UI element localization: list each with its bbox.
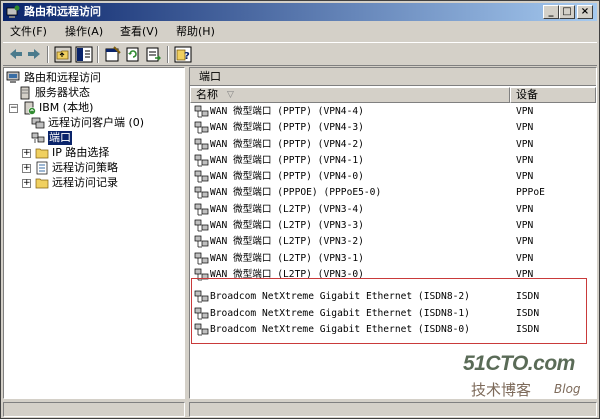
port-row[interactable]: WAN 微型端口 (PPTP) (VPN4-2) VPN: [190, 137, 596, 153]
port-row[interactable]: WAN 微型端口 (PPTP) (VPN4-1) VPN: [190, 153, 596, 169]
menu-action[interactable]: 操作(A): [65, 25, 103, 39]
port-icon: [194, 154, 210, 168]
mmc-window: 路由和远程访问 _ □ × 文件(F) 操作(A) 查看(V) 帮助(H) ? …: [0, 0, 600, 419]
port-device: VPN: [516, 252, 534, 264]
export-list-icon[interactable]: [144, 46, 162, 63]
tree-server-status-label: 服务器状态: [35, 86, 90, 99]
port-icon: [194, 105, 210, 119]
column-header-device[interactable]: 设备: [510, 87, 596, 103]
isdn-highlight-box: [191, 278, 587, 344]
console-tree: 路由和远程访问 服务器状态 − IBM (本地) 远程访问客户端 (0) 端口 …: [3, 67, 185, 399]
toolbar: ?: [3, 42, 597, 66]
column-header-device-label: 设备: [516, 88, 538, 101]
back-arrow-icon[interactable]: [7, 46, 25, 63]
port-name: WAN 微型端口 (PPTP) (VPN4-0): [210, 171, 364, 183]
routing-app-icon: [6, 5, 20, 19]
tree-ip-routing-label: IP 路由选择: [52, 146, 110, 159]
status-cell-right: [189, 402, 597, 417]
port-device: VPN: [516, 106, 534, 117]
port-device: VPN: [516, 236, 534, 248]
port-icon: [194, 170, 210, 184]
refresh-icon[interactable]: [124, 46, 142, 63]
port-icon: [194, 219, 210, 233]
port-icon: [194, 235, 210, 249]
menu-file[interactable]: 文件(F): [10, 25, 47, 39]
toolbar-separator: [167, 46, 169, 63]
menu-view[interactable]: 查看(V): [120, 25, 158, 39]
expand-policies-toggle[interactable]: +: [22, 164, 31, 173]
tree-remote-policies-label: 远程访问策略: [52, 161, 118, 174]
status-bar: [3, 401, 597, 418]
collapse-server-toggle[interactable]: −: [9, 104, 18, 113]
ports-icon: [31, 131, 46, 145]
folder-icon: [35, 146, 50, 160]
port-row[interactable]: WAN 微型端口 (PPPOE) (PPPoE5-0) PPPoE: [190, 185, 596, 201]
port-device: VPN: [516, 220, 534, 232]
server-up-icon: [22, 101, 37, 115]
port-icon: [194, 186, 210, 200]
close-button[interactable]: ×: [577, 5, 593, 19]
window-title: 路由和远程访问: [24, 5, 101, 18]
port-name: WAN 微型端口 (L2TP) (VPN3-2): [210, 236, 364, 248]
port-row[interactable]: WAN 微型端口 (L2TP) (VPN3-4) VPN: [190, 202, 596, 218]
show-hide-tree-icon[interactable]: [75, 46, 93, 63]
port-device: VPN: [516, 171, 534, 183]
port-icon: [194, 121, 210, 135]
port-row[interactable]: WAN 微型端口 (PPTP) (VPN4-3) VPN: [190, 120, 596, 136]
tree-server-label: IBM (本地): [39, 101, 94, 114]
port-row[interactable]: WAN 微型端口 (PPTP) (VPN4-4) VPN: [190, 104, 596, 120]
clients-icon: [31, 116, 46, 130]
port-name: WAN 微型端口 (L2TP) (VPN3-3): [210, 220, 364, 232]
up-folder-icon[interactable]: [54, 46, 72, 63]
tree-remote-clients-label: 远程访问客户端 (0): [48, 116, 145, 129]
menu-help[interactable]: 帮助(H): [176, 25, 215, 39]
sort-arrow-icon: ▽: [227, 90, 234, 100]
maximize-button[interactable]: □: [559, 5, 575, 19]
status-cell-left: [3, 402, 185, 417]
port-row[interactable]: WAN 微型端口 (L2TP) (VPN3-1) VPN: [190, 251, 596, 267]
port-device: VPN: [516, 122, 534, 134]
tree-remote-logging-label: 远程访问记录: [52, 176, 118, 189]
port-device: VPN: [516, 154, 534, 166]
port-row[interactable]: WAN 微型端口 (PPTP) (VPN4-0) VPN: [190, 169, 596, 185]
port-icon: [194, 203, 210, 217]
port-icon: [194, 252, 210, 266]
port-device: VPN: [516, 203, 534, 215]
port-device: PPPoE: [516, 187, 545, 199]
svg-text:?: ?: [184, 51, 190, 62]
port-name: WAN 微型端口 (PPTP) (VPN4-2): [210, 138, 364, 150]
column-header-name[interactable]: 名称 ▽: [190, 87, 510, 103]
tree-ports-label: 端口: [48, 131, 72, 145]
port-name: WAN 微型端口 (PPPOE) (PPPoE5-0): [210, 187, 382, 199]
title-bar[interactable]: 路由和远程访问 _ □ ×: [3, 3, 597, 21]
computer-icon: [6, 71, 21, 85]
folder-icon: [35, 176, 50, 190]
tree-root-label: 路由和远程访问: [24, 71, 101, 84]
port-name: WAN 微型端口 (L2TP) (VPN3-4): [210, 203, 364, 215]
port-name: WAN 微型端口 (L2TP) (VPN3-1): [210, 252, 364, 264]
toolbar-separator: [97, 46, 99, 63]
server-status-icon: [18, 86, 33, 100]
help-icon[interactable]: ?: [174, 46, 192, 63]
port-name: WAN 微型端口 (PPTP) (VPN4-3): [210, 122, 364, 134]
menu-bar: 文件(F) 操作(A) 查看(V) 帮助(H): [3, 22, 597, 42]
expand-ip-routing-toggle[interactable]: +: [22, 149, 31, 158]
properties-icon[interactable]: [104, 46, 122, 63]
forward-arrow-icon[interactable]: [25, 46, 43, 63]
column-header-name-label: 名称: [196, 88, 218, 101]
expand-logging-toggle[interactable]: +: [22, 179, 31, 188]
ports-list-pane: 端口 名称 ▽ 设备 WAN 微型端口 (PPTP) (VPN4-4) VPN WA…: [189, 67, 597, 399]
port-icon: [194, 138, 210, 152]
list-caption: 端口: [190, 68, 596, 86]
port-row[interactable]: WAN 微型端口 (L2TP) (VPN3-2) VPN: [190, 234, 596, 250]
policies-icon: [35, 161, 50, 175]
minimize-button[interactable]: _: [543, 5, 559, 19]
port-row[interactable]: WAN 微型端口 (L2TP) (VPN3-3) VPN: [190, 218, 596, 234]
port-name: WAN 微型端口 (PPTP) (VPN4-4): [210, 106, 364, 117]
toolbar-separator: [47, 46, 49, 63]
port-device: VPN: [516, 138, 534, 150]
port-name: WAN 微型端口 (PPTP) (VPN4-1): [210, 154, 364, 166]
